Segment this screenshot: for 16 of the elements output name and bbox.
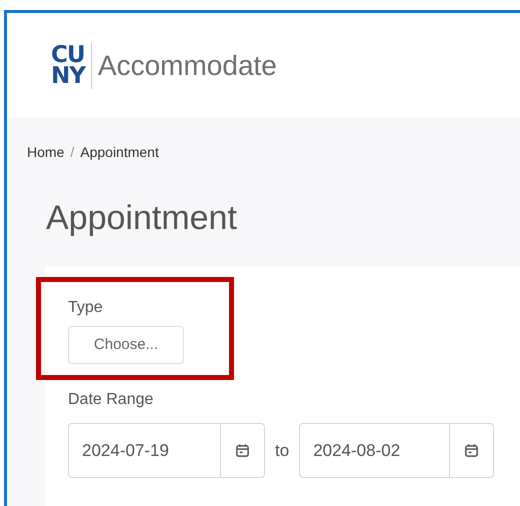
date-field[interactable]: 2024-08-02 (299, 423, 494, 478)
field-label: Date Range (68, 390, 154, 410)
calendar-icon (235, 443, 250, 458)
calendar-icon (464, 443, 480, 458)
date-input[interactable]: 2024-07-19 (69, 424, 220, 477)
logo-mark[interactable]: CU NY (51, 44, 85, 86)
date-field[interactable]: 2024-07-19 (68, 423, 265, 478)
choose-button[interactable]: Choose... (68, 326, 184, 364)
app-name: Accommodate (98, 48, 277, 82)
field-label: Type (68, 298, 104, 318)
range-separator: to (275, 440, 290, 462)
date-input[interactable]: 2024-08-02 (300, 424, 450, 477)
breadcrumb-link[interactable]: Home (27, 142, 64, 163)
breadcrumb-separator: / (70, 143, 74, 162)
breadcrumb-link[interactable]: Appointment (80, 142, 159, 163)
page-title: Appointment (45, 198, 238, 239)
